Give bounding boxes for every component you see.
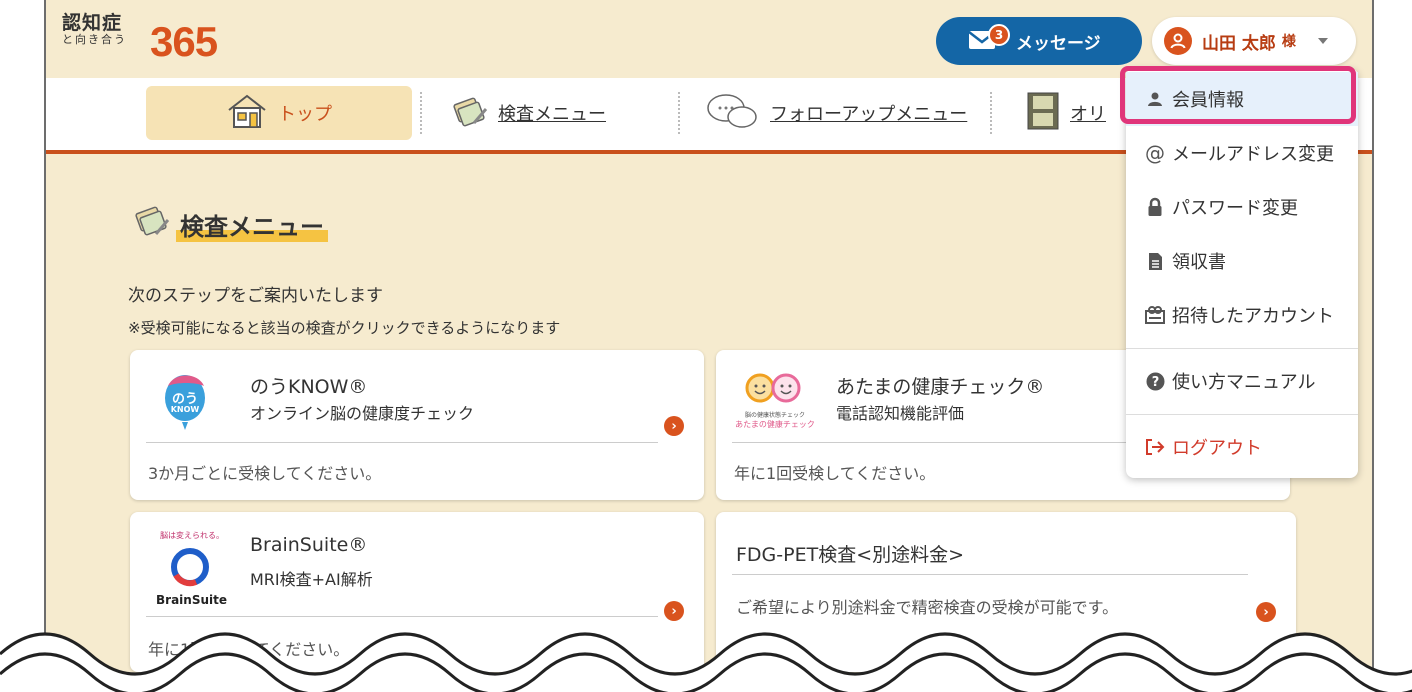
nav-label-top: トップ xyxy=(278,104,332,125)
page-title: 検査メニュー xyxy=(176,207,328,242)
chevron-down-icon xyxy=(1317,38,1328,44)
card-title: BrainSuite® xyxy=(250,534,368,556)
nav-label-original: オリ xyxy=(1070,104,1106,125)
card-title: あたまの健康チェック® xyxy=(836,376,1045,398)
message-label: メッセージ xyxy=(1016,33,1101,54)
notebook-pencil-icon xyxy=(134,204,170,242)
logo-number: 365 xyxy=(150,18,218,65)
card-subtitle: MRI検査+AI解析 xyxy=(250,570,373,589)
nav-label-exam-menu: 検査メニュー xyxy=(498,104,606,125)
menu-item-member-info[interactable]: 会員情報 xyxy=(1120,66,1358,126)
user-name: 山田 太郎 xyxy=(1202,33,1276,54)
nav-item-top[interactable]: トップ xyxy=(146,86,412,140)
card-divider xyxy=(732,442,1132,443)
highlight-box xyxy=(1120,66,1356,124)
user-icon xyxy=(1164,27,1192,55)
nav-divider xyxy=(678,92,680,134)
user-dropdown-menu: 会員情報 @ メールアドレス変更 パスワード変更 領収書 招待したアカウント ?… xyxy=(1120,66,1358,478)
chevron-right-icon[interactable]: › xyxy=(664,601,684,621)
menu-label: メールアドレス変更 xyxy=(1172,144,1334,165)
menu-divider xyxy=(1126,414,1358,415)
card-divider xyxy=(146,442,658,443)
logout-icon xyxy=(1144,438,1166,456)
chat-bubbles-icon xyxy=(704,91,760,136)
intro-text: 次のステップをご案内いたします xyxy=(128,286,383,306)
chevron-right-icon[interactable]: › xyxy=(664,416,684,436)
house-icon xyxy=(226,93,268,134)
nouknow-logo: のう KNOW xyxy=(160,372,210,432)
card-footer: 年に1回受検してください。 xyxy=(734,464,936,483)
nav-item-original[interactable]: オリ xyxy=(1026,86,1106,140)
notebook-pencil-icon xyxy=(452,95,488,132)
note-text: ※受検可能になると該当の検査がクリックできるようになります xyxy=(128,319,561,337)
card-divider xyxy=(732,574,1248,575)
logo-sub: と向き合う xyxy=(62,33,127,46)
menu-item-logout[interactable]: ログアウト xyxy=(1126,420,1358,474)
nav-label-follow-up: フォローアップメニュー xyxy=(770,104,968,125)
invite-icon xyxy=(1144,306,1166,324)
app-frame: 認知症 と向き合う 365 3 メッセージ 山田 太郎 様 トップ 検査メニュー… xyxy=(44,0,1374,692)
help-icon: ? xyxy=(1144,372,1166,391)
menu-divider xyxy=(1126,348,1358,349)
card-subtitle: 電話認知機能評価 xyxy=(836,404,965,423)
nav-divider xyxy=(990,92,992,134)
nav-divider xyxy=(420,92,422,134)
menu-item-receipt[interactable]: 領収書 xyxy=(1126,234,1358,288)
at-icon: @ xyxy=(1145,141,1165,165)
nav-item-follow-up[interactable]: フォローアップメニュー xyxy=(704,86,967,140)
menu-label: 招待したアカウント xyxy=(1172,306,1334,327)
document-icon xyxy=(1144,252,1166,271)
menu-label: 使い方マニュアル xyxy=(1172,372,1316,393)
atama-logo: 脳の健康状態チェック あたまの健康チェック xyxy=(730,368,820,432)
message-count-badge: 3 xyxy=(988,24,1010,46)
card-footer: 3か月ごとに受検してください。 xyxy=(148,464,382,483)
chevron-right-icon[interactable]: › xyxy=(1256,602,1276,622)
card-title: のうKNOW® xyxy=(250,376,368,398)
card-title: FDG-PET検査<別途料金> xyxy=(736,544,965,566)
logo-main: 認知症 xyxy=(62,12,123,34)
section-heading: 検査メニュー xyxy=(134,204,328,242)
card-divider xyxy=(146,616,658,617)
svg-text:?: ? xyxy=(1151,375,1159,390)
menu-item-password-change[interactable]: パスワード変更 xyxy=(1126,180,1358,234)
brainsuite-logo: 脳は変えられる。 BrainSuite xyxy=(156,531,227,607)
card-subtitle: オンライン脳の健康度チェック xyxy=(250,404,475,423)
site-logo[interactable]: 認知症 と向き合う 365 xyxy=(62,12,218,65)
wavy-cut-edge xyxy=(0,632,1412,692)
card-subtitle: ご希望により別途料金で精密検査の受検が可能です。 xyxy=(736,598,1119,617)
lock-icon xyxy=(1144,197,1166,217)
message-button[interactable]: 3 メッセージ xyxy=(936,17,1142,65)
menu-item-email-change[interactable]: @ メールアドレス変更 xyxy=(1126,126,1358,180)
menu-item-invited-accounts[interactable]: 招待したアカウント xyxy=(1126,288,1358,342)
film-icon xyxy=(1026,91,1060,136)
menu-item-manual[interactable]: ? 使い方マニュアル xyxy=(1126,354,1358,408)
user-menu-button[interactable]: 山田 太郎 様 xyxy=(1152,17,1356,65)
user-suffix: 様 xyxy=(1281,34,1296,50)
nav-item-exam-menu[interactable]: 検査メニュー xyxy=(452,86,606,140)
menu-label: パスワード変更 xyxy=(1172,198,1298,219)
menu-label: ログアウト xyxy=(1172,438,1262,459)
menu-label: 領収書 xyxy=(1172,252,1226,273)
envelope-icon: 3 xyxy=(968,24,1010,52)
exam-card-nouknow[interactable]: のう KNOW のうKNOW® オンライン脳の健康度チェック › 3か月ごとに受… xyxy=(130,350,704,500)
